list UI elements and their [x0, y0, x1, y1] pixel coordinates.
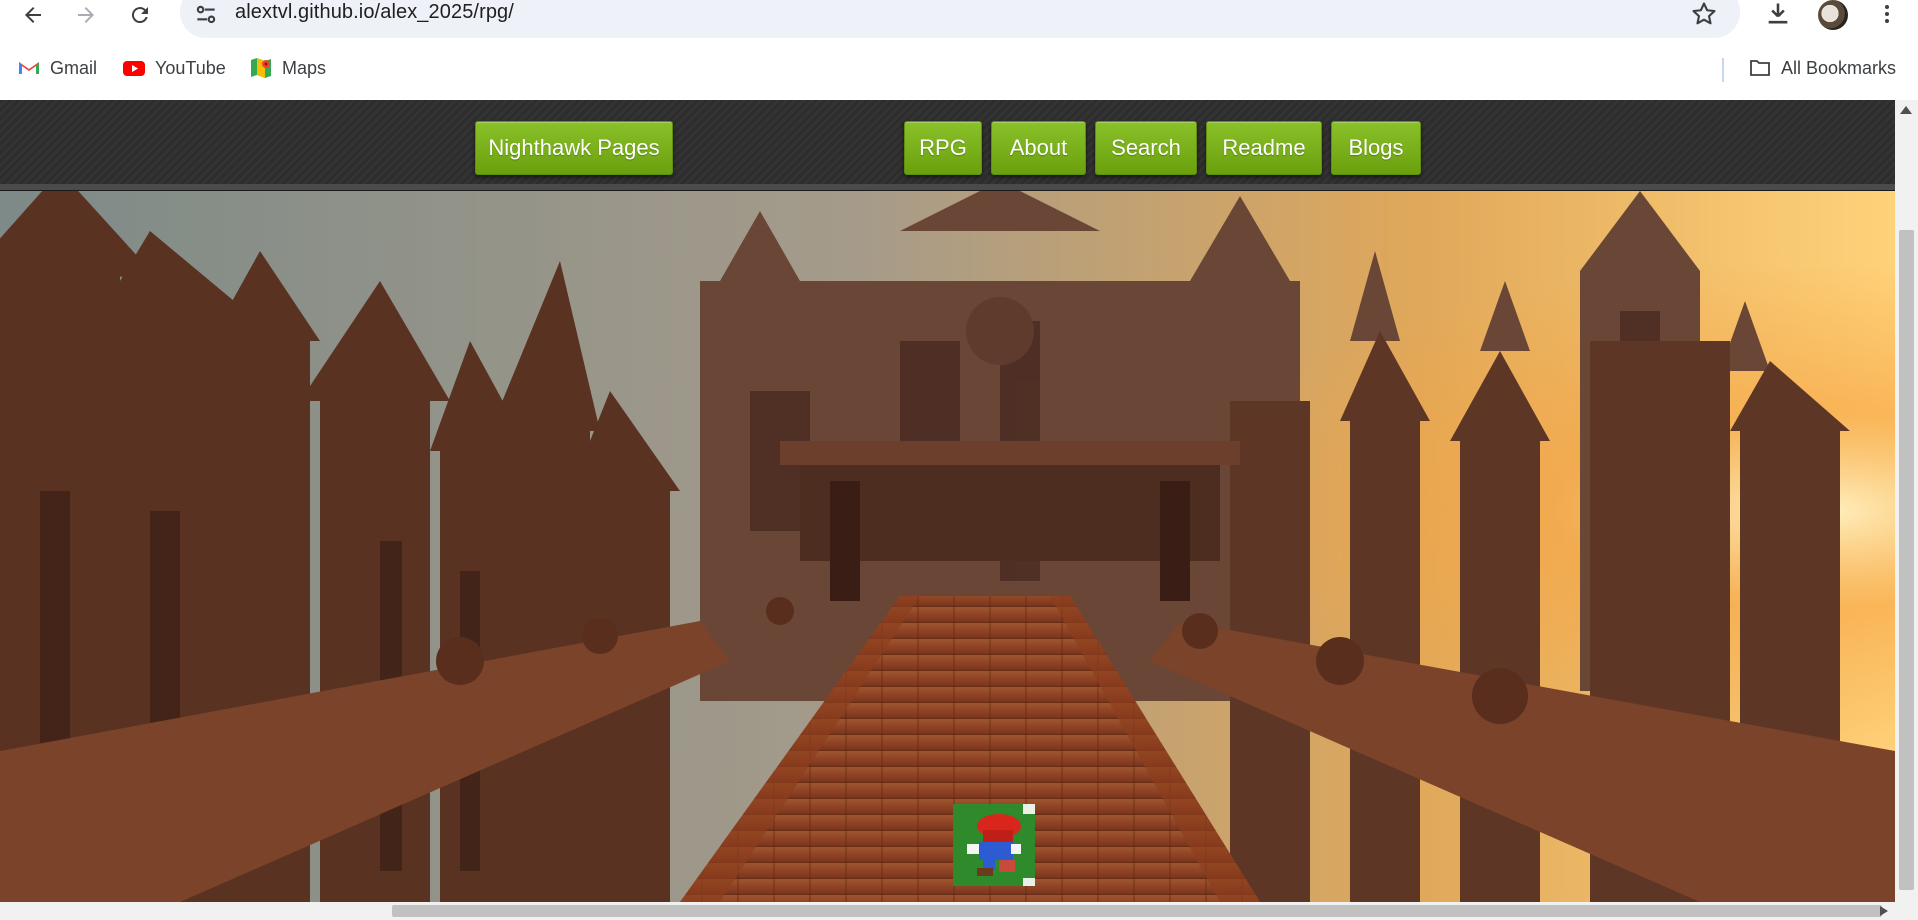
site-header: Nighthawk Pages RPG About Search Readme … — [0, 100, 1895, 191]
bookmark-label: Maps — [282, 57, 327, 78]
bookmarks-bar: Gmail YouTube Maps All Bookmarks — [0, 52, 1918, 86]
nav-button-about[interactable]: About — [991, 121, 1086, 175]
gmail-icon — [19, 62, 39, 74]
more-menu-icon[interactable] — [1875, 0, 1899, 28]
folder-icon — [1750, 60, 1770, 76]
site-info-icon[interactable] — [192, 2, 220, 28]
nav-button-readme[interactable]: Readme — [1206, 121, 1322, 175]
reload-button[interactable] — [120, 0, 160, 30]
all-bookmarks-button[interactable]: All Bookmarks — [1748, 52, 1896, 84]
forward-button[interactable] — [66, 0, 106, 30]
arrow-left-icon — [25, 7, 41, 23]
reload-icon — [131, 7, 148, 24]
arrow-right-icon — [78, 7, 94, 23]
bookmark-label: Gmail — [50, 57, 98, 78]
bookmark-gmail[interactable]: Gmail — [17, 52, 97, 84]
bookmark-maps[interactable]: Maps — [249, 52, 326, 84]
horizontal-scroll-thumb[interactable] — [392, 905, 1882, 917]
back-button[interactable] — [13, 0, 53, 30]
bookmark-label: YouTube — [155, 57, 226, 78]
bookmarks-divider — [1722, 58, 1724, 82]
nav-button-blogs[interactable]: Blogs — [1331, 121, 1421, 175]
download-icon[interactable] — [1764, 0, 1792, 28]
youtube-icon — [123, 61, 145, 76]
page-viewport: Nighthawk Pages RPG About Search Readme … — [0, 100, 1895, 902]
game-canvas[interactable] — [0, 191, 1895, 902]
vertical-scrollbar[interactable] — [1895, 100, 1918, 902]
horizontal-scrollbar[interactable] — [0, 902, 1918, 920]
all-bookmarks-label: All Bookmarks — [1781, 57, 1897, 78]
vertical-scroll-thumb[interactable] — [1899, 230, 1914, 890]
bookmark-star-icon[interactable] — [1690, 0, 1718, 28]
nav-button-rpg[interactable]: RPG — [904, 121, 982, 175]
nav-button-search[interactable]: Search — [1095, 121, 1197, 175]
url-text[interactable]: alextvl.github.io/alex_2025/rpg/ — [235, 1, 514, 24]
player-sprite[interactable] — [953, 804, 1035, 886]
home-nav-button[interactable]: Nighthawk Pages — [475, 121, 673, 175]
maps-icon — [251, 58, 271, 78]
scroll-right-arrow-icon[interactable] — [1880, 906, 1888, 916]
header-divider — [0, 184, 1895, 190]
castle-background — [0, 191, 1895, 902]
profile-avatar[interactable] — [1818, 0, 1848, 30]
bookmark-youtube[interactable]: YouTube — [122, 52, 226, 84]
scroll-up-arrow-icon[interactable] — [1900, 106, 1912, 114]
browser-toolbar: alextvl.github.io/alex_2025/rpg/ — [0, 0, 1918, 44]
